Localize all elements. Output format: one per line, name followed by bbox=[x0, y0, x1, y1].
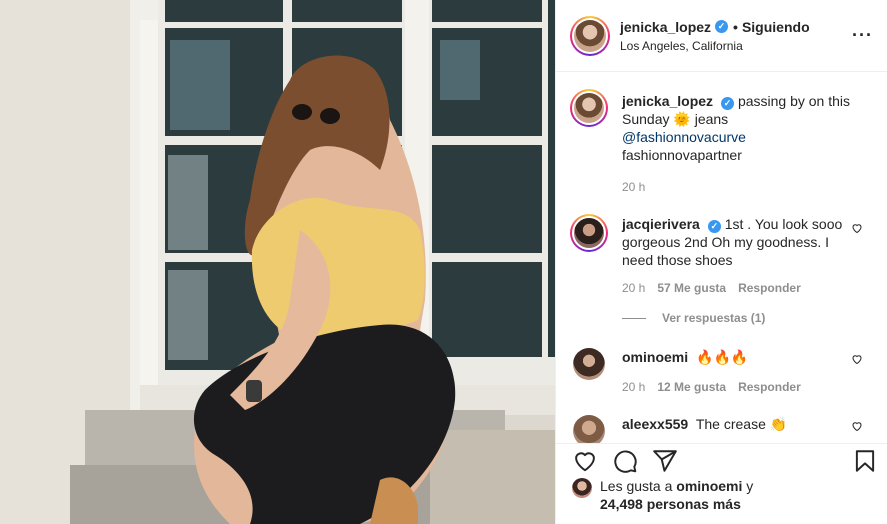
comment-heart-icon[interactable] bbox=[851, 222, 863, 234]
view-replies-button[interactable]: Ver respuestas (1) bbox=[622, 311, 873, 325]
reply-button[interactable]: Responder bbox=[738, 281, 801, 295]
comment-text: The crease 👏 bbox=[695, 416, 788, 432]
post-photo[interactable] bbox=[0, 0, 555, 524]
likes-joiner: y bbox=[746, 478, 754, 494]
more-dots-icon[interactable]: ··· bbox=[852, 25, 873, 46]
author-username[interactable]: jenicka_lopez bbox=[620, 19, 711, 35]
post-header: jenicka_lopez ✓ • Siguiendo Los Angeles,… bbox=[556, 0, 887, 72]
photo-illustration bbox=[0, 0, 555, 524]
comment-icon[interactable] bbox=[612, 448, 638, 474]
post-detail-panel: jenicka_lopez ✓ • Siguiendo Los Angeles,… bbox=[555, 0, 887, 524]
sun-emoji: 🌞 bbox=[673, 111, 691, 127]
liker-username[interactable]: ominoemi bbox=[676, 478, 742, 494]
comment-likes[interactable]: 57 Me gusta bbox=[657, 281, 726, 295]
comment-text: 🔥🔥🔥 bbox=[696, 349, 749, 365]
comment-item: aleexx559 The crease 👏 bbox=[570, 412, 873, 443]
comments-list[interactable]: jenicka_lopez ✓ passing by on this Sunday… bbox=[556, 73, 887, 443]
following-button[interactable]: Siguiendo bbox=[742, 19, 810, 35]
verified-badge-icon: ✓ bbox=[707, 220, 721, 233]
comment-time[interactable]: 20 h bbox=[622, 281, 645, 295]
comment-avatar[interactable] bbox=[570, 412, 608, 443]
likes-prefix: Les gusta a bbox=[600, 478, 673, 494]
replies-line bbox=[622, 317, 646, 319]
comment-time[interactable]: 20 h bbox=[622, 380, 645, 394]
comment-username[interactable]: jacqierivera bbox=[622, 216, 700, 232]
liker-avatar[interactable] bbox=[572, 478, 592, 498]
comment-avatar[interactable] bbox=[570, 345, 608, 383]
comment-avatar[interactable] bbox=[570, 214, 608, 252]
view-replies-label: Ver respuestas (1) bbox=[662, 311, 766, 325]
heart-icon[interactable] bbox=[572, 448, 598, 474]
caption-tag: fashionnovapartner bbox=[622, 147, 742, 163]
share-icon[interactable] bbox=[652, 448, 678, 474]
comment-username[interactable]: aleexx559 bbox=[622, 416, 688, 432]
caption-time[interactable]: 20 h bbox=[622, 180, 645, 194]
caption-avatar[interactable] bbox=[570, 89, 608, 127]
likes-count[interactable]: 24,498 personas más bbox=[600, 496, 741, 512]
location-link[interactable]: Los Angeles, California bbox=[620, 39, 810, 53]
caption: jenicka_lopez ✓ passing by on this Sunday… bbox=[570, 89, 873, 194]
reply-button[interactable]: Responder bbox=[738, 380, 801, 394]
caption-text-end: jeans bbox=[694, 111, 729, 127]
author-avatar[interactable] bbox=[570, 15, 610, 56]
separator-dot: • bbox=[733, 18, 738, 35]
comment-item: jacqierivera ✓ 1st . You look sooo gorgeo… bbox=[570, 214, 873, 295]
mention-link[interactable]: @fashionnovacurve bbox=[622, 129, 746, 145]
comment-likes[interactable]: 12 Me gusta bbox=[657, 380, 726, 394]
comment-heart-icon[interactable] bbox=[851, 353, 863, 365]
comment-item: ominoemi 🔥🔥🔥 20 h 12 Me gusta Responder bbox=[570, 345, 873, 394]
verified-badge-icon: ✓ bbox=[721, 97, 735, 110]
comment-username[interactable]: ominoemi bbox=[622, 349, 688, 365]
bookmark-icon[interactable] bbox=[852, 448, 878, 474]
likes-summary: Les gusta a ominoemi y 24,498 personas m… bbox=[572, 477, 753, 513]
verified-badge-icon: ✓ bbox=[715, 20, 729, 33]
caption-username[interactable]: jenicka_lopez bbox=[622, 93, 713, 109]
comment-heart-icon[interactable] bbox=[851, 420, 863, 432]
